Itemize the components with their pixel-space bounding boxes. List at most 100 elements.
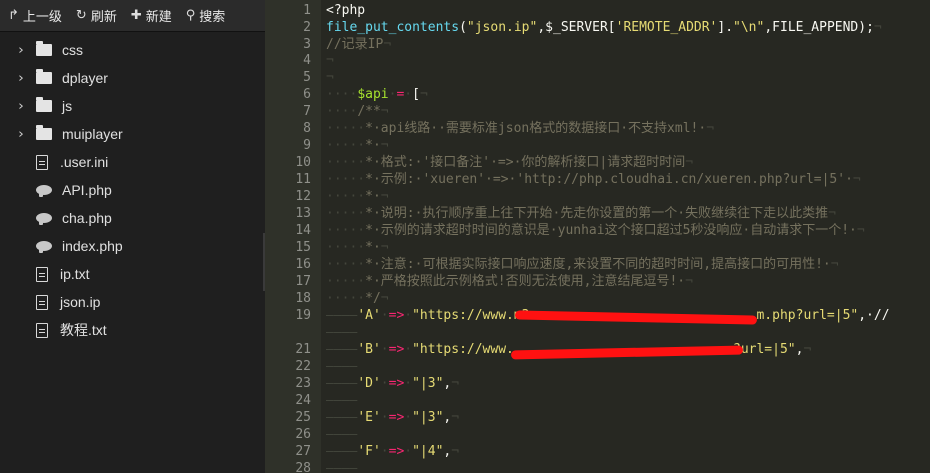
tree-item-css[interactable]: › css bbox=[0, 36, 265, 64]
new-button[interactable]: ✚ 新建 bbox=[131, 6, 172, 25]
tree-item-txt[interactable]: 教程.txt bbox=[0, 316, 265, 344]
chevron-right-icon[interactable]: › bbox=[13, 99, 28, 114]
code-token: ¬ bbox=[451, 410, 460, 425]
line-number: 6 bbox=[303, 87, 311, 102]
tree-item-muiplayer[interactable]: › muiplayer bbox=[0, 120, 265, 148]
code-editor[interactable]: 1 <?php 2 file_put_contents("json.ip",$_SER… bbox=[265, 0, 930, 473]
code-token: => bbox=[388, 342, 405, 357]
code-token: ¬ bbox=[326, 53, 334, 68]
code-token: $api bbox=[357, 87, 389, 102]
up-level-button[interactable]: ↱ 上一级 bbox=[8, 6, 62, 25]
code-token: ¬ bbox=[380, 189, 389, 204]
code-line: 3 //记录IP¬ bbox=[265, 36, 930, 53]
code-token: · bbox=[404, 410, 413, 425]
search-icon: ⚲ bbox=[185, 8, 196, 23]
code-text: ¬ bbox=[326, 52, 334, 69]
line-number: 10 bbox=[295, 155, 311, 170]
tree-item-index-php[interactable]: index.php bbox=[0, 232, 265, 260]
tree-item-label: muiplayer bbox=[62, 126, 123, 142]
tree-item-dplayer[interactable]: › dplayer bbox=[0, 64, 265, 92]
tree-item-json-ip[interactable]: json.ip bbox=[0, 288, 265, 316]
code-token: ····· bbox=[326, 189, 366, 204]
code-token: ¬ bbox=[830, 257, 839, 272]
code-token: *·注意:·可根据实际接口响应速度,来设置不同的超时时间,提高接口的可用性!· bbox=[365, 257, 831, 272]
code-token: ———— bbox=[326, 427, 358, 442]
line-number: 22 bbox=[295, 359, 311, 374]
tree-item-cha-php[interactable]: cha.php bbox=[0, 204, 265, 232]
code-line: 10 ·····*·格式:·'接口备注'·=>·你的解析接口|请求超时时间¬ bbox=[265, 154, 930, 171]
php-elephant-icon bbox=[36, 185, 52, 197]
refresh-icon: ↻ bbox=[75, 8, 87, 23]
tree-item-label: css bbox=[62, 42, 83, 58]
code-token: *· bbox=[365, 240, 381, 255]
code-line: 18 ·····*/¬ bbox=[265, 290, 930, 307]
code-token: [ bbox=[412, 87, 420, 102]
line-number: 8 bbox=[303, 121, 311, 136]
code-token: */ bbox=[365, 291, 381, 306]
line-number: 21 bbox=[295, 342, 311, 357]
code-line: 27 ————'F'·=>·"|4",¬ bbox=[265, 443, 930, 460]
search-button[interactable]: ⚲ 搜索 bbox=[186, 6, 226, 25]
code-token: ····· bbox=[326, 206, 366, 221]
code-token: ····· bbox=[326, 291, 366, 306]
code-text: ····$api·=·[¬ bbox=[326, 86, 428, 103]
code-token: ———— bbox=[326, 444, 358, 459]
code-token: · bbox=[404, 308, 413, 323]
code-line: ———— bbox=[265, 324, 930, 341]
tree-item-api-php[interactable]: API.php bbox=[0, 176, 265, 204]
code-token: *·严格按照此示例格式!否则无法使用,注意结尾逗号!· bbox=[365, 274, 686, 289]
tree-item-js[interactable]: › js bbox=[0, 92, 265, 120]
code-token: *·示例的请求超时时间的意识是·yunhai这个接口超过5秒没响应·自动请求下一… bbox=[365, 223, 857, 238]
code-token: ¬ bbox=[803, 342, 812, 357]
tree-item-label: API.php bbox=[62, 182, 112, 198]
tree-item-user-ini[interactable]: .user.ini bbox=[0, 148, 265, 176]
code-token: 'E' bbox=[357, 410, 381, 425]
code-token: ———— bbox=[326, 325, 358, 340]
code-token: ¬ bbox=[326, 70, 334, 85]
code-line: 11 ·····*·示例:·'xueren'·=>·'http://php.clo… bbox=[265, 171, 930, 188]
line-number: 5 bbox=[303, 70, 311, 85]
code-token: ····· bbox=[326, 172, 366, 187]
code-text: ————'E'·=>·"|3",¬ bbox=[326, 409, 459, 426]
chevron-right-icon[interactable]: › bbox=[13, 127, 28, 142]
code-text: ———— bbox=[326, 426, 357, 443]
arrow-up-icon: ↱ bbox=[8, 8, 19, 23]
document-icon bbox=[36, 322, 48, 338]
code-line: 4 ¬ bbox=[265, 52, 930, 69]
code-line: 22 ———— bbox=[265, 358, 930, 375]
code-line: 9 ·····*·¬ bbox=[265, 137, 930, 154]
code-token: "\n" bbox=[733, 20, 765, 35]
code-token: ····· bbox=[326, 121, 366, 136]
code-token: <?php bbox=[326, 3, 366, 18]
search-label: 搜索 bbox=[199, 9, 226, 24]
code-text: ·····*·注意:·可根据实际接口响应速度,来设置不同的超时时间,提高接口的可… bbox=[326, 256, 839, 273]
code-line: 28 ———— bbox=[265, 460, 930, 473]
code-text: <?php bbox=[326, 2, 365, 19]
folder-icon bbox=[36, 41, 52, 56]
line-number: 1 bbox=[303, 3, 311, 18]
chevron-right-icon[interactable]: › bbox=[13, 43, 28, 58]
tree-item-ip-txt[interactable]: ip.txt bbox=[0, 260, 265, 288]
code-token: ]. bbox=[717, 20, 734, 35]
code-token: ····· bbox=[326, 240, 366, 255]
code-token: ———— bbox=[326, 359, 358, 374]
code-line: 1 <?php bbox=[265, 2, 930, 19]
line-number: 17 bbox=[295, 274, 311, 289]
code-token: //记录IP bbox=[326, 37, 384, 52]
chevron-right-icon[interactable]: › bbox=[13, 71, 28, 86]
code-token: *·api线路··需要标准json格式的数据接口·不支持xml!· bbox=[365, 121, 707, 136]
tree-item-label: dplayer bbox=[62, 70, 108, 86]
code-line: 25 ————'E'·=>·"|3",¬ bbox=[265, 409, 930, 426]
code-token: /** bbox=[357, 104, 381, 119]
code-text: ————'D'·=>·"|3",¬ bbox=[326, 375, 459, 392]
code-token: · bbox=[380, 376, 389, 391]
line-number: 4 bbox=[303, 53, 311, 68]
code-token: · bbox=[380, 444, 389, 459]
line-number: 24 bbox=[295, 393, 311, 408]
line-number: 25 bbox=[295, 410, 311, 425]
code-token: ····· bbox=[326, 257, 366, 272]
line-number: 9 bbox=[303, 138, 311, 153]
code-text: ———— bbox=[326, 392, 357, 409]
file-sidebar: ↱ 上一级 ↻ 刷新 ✚ 新建 ⚲ 搜索 › css › dplayer › js › mui… bbox=[0, 0, 265, 473]
refresh-button[interactable]: ↻ 刷新 bbox=[76, 6, 117, 25]
